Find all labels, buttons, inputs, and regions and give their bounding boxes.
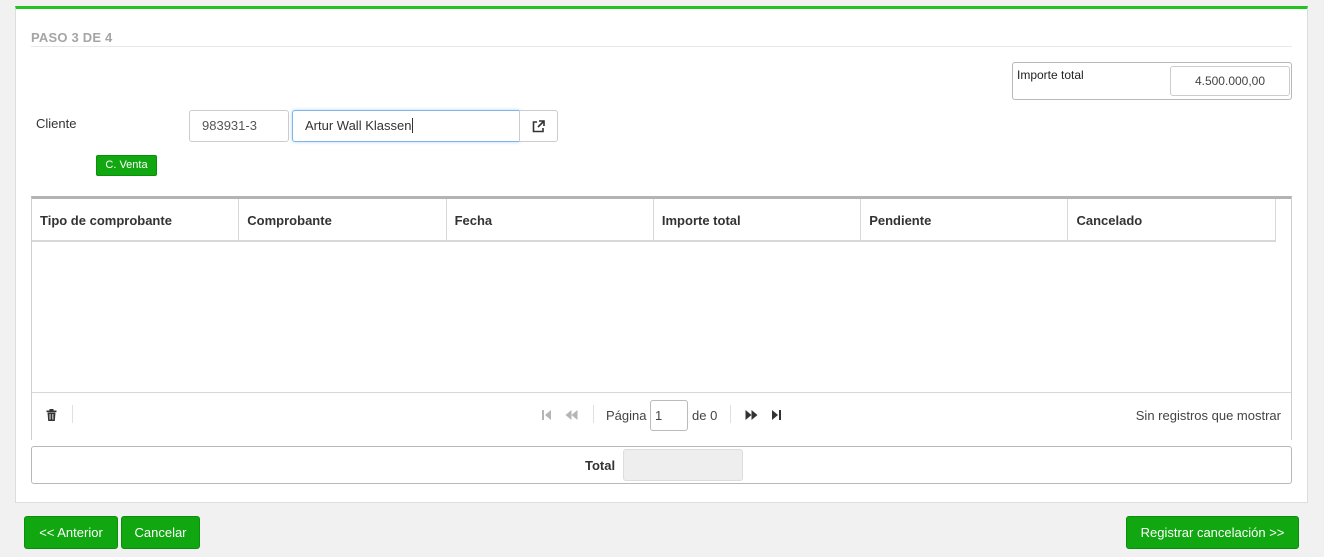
page-label: Página: [606, 408, 647, 423]
pager-divider: [593, 405, 594, 423]
total-value: [623, 449, 743, 481]
importe-total-label: Importe total: [1017, 68, 1084, 82]
importe-total-value[interactable]: 4.500.000,00: [1170, 66, 1290, 96]
cliente-name-field[interactable]: Artur Wall Klassen: [292, 110, 520, 142]
external-link-icon: [532, 119, 545, 132]
register-cancellation-button[interactable]: Registrar cancelación >>: [1126, 516, 1299, 549]
cliente-name-value: Artur Wall Klassen: [305, 118, 412, 133]
column-header[interactable]: Tipo de comprobante: [32, 199, 240, 240]
grid-header: Tipo de comprobante Comprobante Fecha Im…: [32, 199, 1276, 242]
column-header[interactable]: Importe total: [654, 199, 862, 240]
column-header[interactable]: Comprobante: [239, 199, 447, 240]
column-header[interactable]: Cancelado: [1068, 199, 1276, 240]
importe-total-box: Importe total 4.500.000,00: [1012, 62, 1292, 100]
empty-records-text: Sin registros que mostrar: [1135, 408, 1281, 423]
cancel-button[interactable]: Cancelar: [121, 516, 200, 549]
page-count: de 0: [692, 408, 718, 423]
next-page-icon[interactable]: [745, 409, 758, 421]
pager-divider: [72, 405, 73, 423]
open-client-button[interactable]: [519, 110, 558, 142]
step-divider: [31, 46, 1292, 47]
comprobantes-grid: Tipo de comprobante Comprobante Fecha Im…: [31, 196, 1292, 440]
first-page-icon[interactable]: [542, 409, 552, 421]
step-panel: PASO 3 DE 4 Importe total 4.500.000,00 C…: [15, 6, 1308, 503]
step-title: PASO 3 DE 4: [31, 30, 113, 45]
previous-button[interactable]: << Anterior: [24, 516, 118, 549]
c-venta-button[interactable]: C. Venta: [96, 155, 157, 176]
cliente-label: Cliente: [36, 116, 77, 131]
last-page-icon[interactable]: [771, 409, 781, 421]
pager-divider: [730, 405, 731, 423]
cliente-code-field[interactable]: 983931-3: [189, 110, 289, 142]
grid-pager: Página 1 de 0 Sin registros que mostrar: [32, 392, 1291, 440]
column-header[interactable]: Fecha: [447, 199, 654, 240]
page-number-input[interactable]: 1: [650, 400, 688, 431]
trash-icon[interactable]: [46, 409, 57, 421]
text-cursor: [412, 118, 414, 133]
total-label: Total: [585, 458, 616, 473]
column-header[interactable]: Pendiente: [861, 199, 1069, 240]
previous-page-icon[interactable]: [565, 409, 578, 421]
total-box: Total: [31, 446, 1292, 484]
